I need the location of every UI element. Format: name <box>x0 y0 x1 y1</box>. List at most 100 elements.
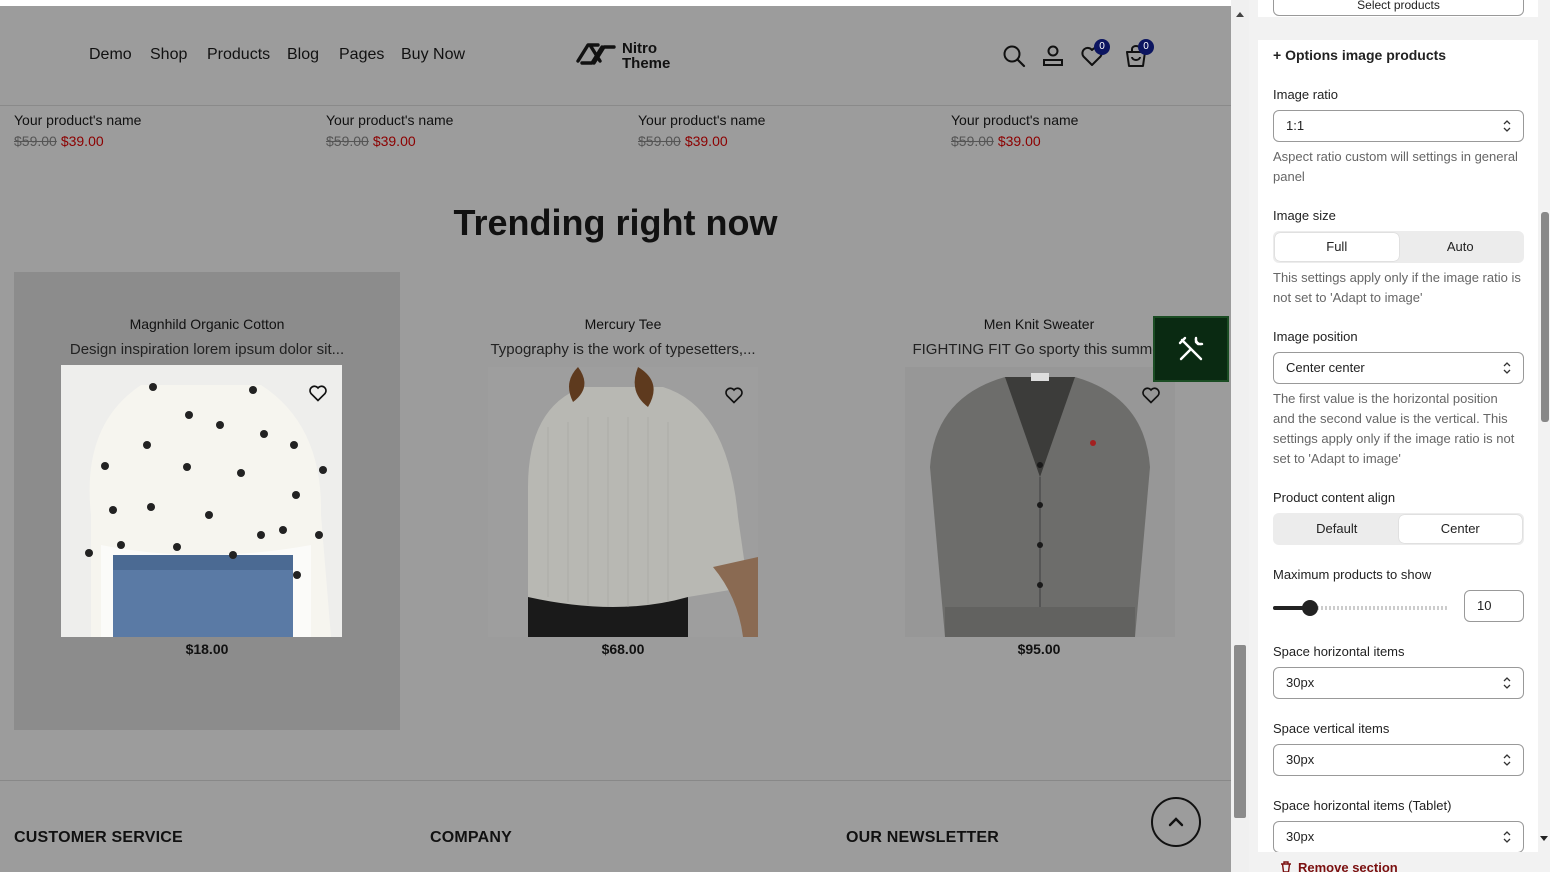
logo-line-1: Nitro <box>622 40 657 57</box>
image-position-help: The first value is the horizontal positi… <box>1273 391 1515 466</box>
max-products-slider-handle[interactable] <box>1302 600 1318 616</box>
sale-price: $39.00 <box>684 133 728 149</box>
product-item[interactable]: Your product's name $59.00 $39.00 <box>326 110 606 152</box>
image-ratio-label: Image ratio <box>1273 87 1339 102</box>
settings-panel: Select products + Options image products… <box>1258 0 1538 872</box>
wishlist-count-badge: 0 <box>1094 39 1110 55</box>
theme-tools-button[interactable] <box>1153 316 1229 382</box>
product-title[interactable]: Magnhild Organic Cotton <box>14 316 400 332</box>
select-arrows-icon <box>1503 362 1511 374</box>
image-ratio-select[interactable]: 1:1 <box>1273 110 1524 142</box>
max-products-label: Maximum products to show <box>1273 567 1432 582</box>
image-size-auto-option[interactable]: Auto <box>1399 233 1523 261</box>
select-arrows-icon <box>1503 754 1511 766</box>
product-description: Design inspiration lorem ipsum dolor sit… <box>69 341 345 358</box>
image-position-select[interactable]: Center center <box>1273 352 1524 384</box>
max-products-input[interactable]: 10 <box>1464 590 1524 622</box>
product-image[interactable] <box>905 367 1175 637</box>
product-card[interactable]: Mercury Tee Typography is the work of ty… <box>430 272 816 730</box>
select-arrows-icon <box>1503 120 1511 132</box>
footer-customer-service-heading: CUSTOMER SERVICE <box>14 829 183 846</box>
product-item[interactable]: Your product's name $59.00 $39.00 <box>14 110 294 152</box>
content-align-label: Product content align <box>1273 490 1396 505</box>
nav-demo[interactable]: Demo <box>89 46 132 64</box>
old-price: $59.00 <box>951 133 994 149</box>
product-name[interactable]: Your product's name <box>14 110 294 130</box>
site-logo[interactable]: Nitro Theme <box>574 39 684 73</box>
product-price: $18.00 <box>185 641 229 657</box>
space-horizontal-tablet-label: Space horizontal items (Tablet) <box>1273 798 1452 813</box>
content-align-toggle[interactable]: Default Center <box>1273 513 1524 545</box>
section-title: Trending right now <box>453 202 778 243</box>
preview-scroll-thumb[interactable] <box>1234 645 1246 818</box>
footer-newsletter-heading: OUR NEWSLETTER <box>846 829 1000 846</box>
product-item[interactable]: Your product's name $59.00 $39.00 <box>951 110 1231 152</box>
sale-price: $39.00 <box>997 133 1041 149</box>
select-products-button[interactable]: Select products <box>1273 0 1524 16</box>
logo-mark-icon <box>576 43 616 65</box>
back-to-top-button[interactable] <box>1151 797 1201 847</box>
select-arrows-icon <box>1503 677 1511 689</box>
content-align-default-option[interactable]: Default <box>1275 515 1399 543</box>
logo-line-2: Theme <box>622 55 671 72</box>
image-size-label: Image size <box>1273 208 1336 223</box>
remove-section-label: Remove section <box>1298 860 1398 872</box>
product-item[interactable]: Your product's name $59.00 $39.00 <box>638 110 918 152</box>
product-card[interactable]: Magnhild Organic Cotton Design inspirati… <box>14 272 400 730</box>
nav-buy-now[interactable]: Buy Now <box>401 46 465 64</box>
wishlist-heart-icon[interactable] <box>308 383 328 403</box>
footer-divider <box>0 780 1231 781</box>
site-header: Demo Shop Products Blog Pages Buy Now Ni… <box>0 6 1231 106</box>
space-horizontal-tablet-select[interactable]: 30px <box>1273 821 1524 853</box>
product-name[interactable]: Your product's name <box>326 110 606 130</box>
product-title[interactable]: Mercury Tee <box>430 316 816 332</box>
remove-section-button[interactable]: Remove section <box>1280 860 1398 872</box>
panel-scroll-thumb[interactable] <box>1541 212 1549 422</box>
product-description: Typography is the work of typesetters,..… <box>490 341 756 358</box>
search-icon[interactable] <box>1002 44 1026 68</box>
nav-products[interactable]: Products <box>207 46 270 64</box>
wishlist-heart-icon[interactable] <box>724 385 744 405</box>
preview-scrollbar[interactable] <box>1231 0 1249 872</box>
nav-blog[interactable]: Blog <box>287 46 319 64</box>
product-price: $68.00 <box>601 641 645 657</box>
trash-icon <box>1281 861 1291 872</box>
image-position-value: Center center <box>1286 360 1365 375</box>
panel-scrollbar[interactable] <box>1538 0 1550 872</box>
cart-bag-icon[interactable]: 0 <box>1124 39 1154 68</box>
image-ratio-help: Aspect ratio custom will settings in gen… <box>1273 149 1518 184</box>
cart-count-badge: 0 <box>1138 39 1154 55</box>
account-icon[interactable] <box>1041 44 1065 68</box>
chevron-up-icon <box>1168 817 1184 827</box>
wishlist-heart-icon[interactable] <box>1141 385 1161 405</box>
nav-pages[interactable]: Pages <box>339 46 384 64</box>
footer-company-heading: COMPANY <box>430 829 512 846</box>
image-size-help: This settings apply only if the image ra… <box>1273 270 1521 305</box>
sale-price: $39.00 <box>60 133 104 149</box>
space-horizontal-value: 30px <box>1286 675 1315 690</box>
logo-text: Nitro Theme <box>622 41 670 71</box>
space-vertical-select[interactable]: 30px <box>1273 744 1524 776</box>
image-size-toggle[interactable]: Full Auto <box>1273 231 1524 263</box>
old-price: $59.00 <box>638 133 681 149</box>
nav-shop[interactable]: Shop <box>150 46 187 64</box>
scroll-up-arrow-icon[interactable] <box>1236 12 1244 17</box>
product-name[interactable]: Your product's name <box>951 110 1231 130</box>
space-vertical-value: 30px <box>1286 752 1315 767</box>
select-arrows-icon <box>1503 831 1511 843</box>
old-price: $59.00 <box>326 133 369 149</box>
space-horizontal-tablet-value: 30px <box>1286 829 1315 844</box>
space-horizontal-select[interactable]: 30px <box>1273 667 1524 699</box>
scroll-down-arrow-icon[interactable] <box>1540 836 1548 841</box>
product-price: $95.00 <box>1017 641 1061 657</box>
image-size-full-option[interactable]: Full <box>1275 233 1399 261</box>
options-image-products-heading[interactable]: + Options image products <box>1273 47 1446 63</box>
storefront-preview: Demo Shop Products Blog Pages Buy Now Ni… <box>0 0 1231 872</box>
wishlist-heart-icon[interactable]: 0 <box>1080 39 1110 68</box>
product-image[interactable] <box>61 365 342 637</box>
product-image[interactable] <box>488 367 758 637</box>
space-horizontal-label: Space horizontal items <box>1273 644 1405 659</box>
image-ratio-value: 1:1 <box>1286 118 1305 133</box>
content-align-center-option[interactable]: Center <box>1398 515 1522 543</box>
product-name[interactable]: Your product's name <box>638 110 918 130</box>
